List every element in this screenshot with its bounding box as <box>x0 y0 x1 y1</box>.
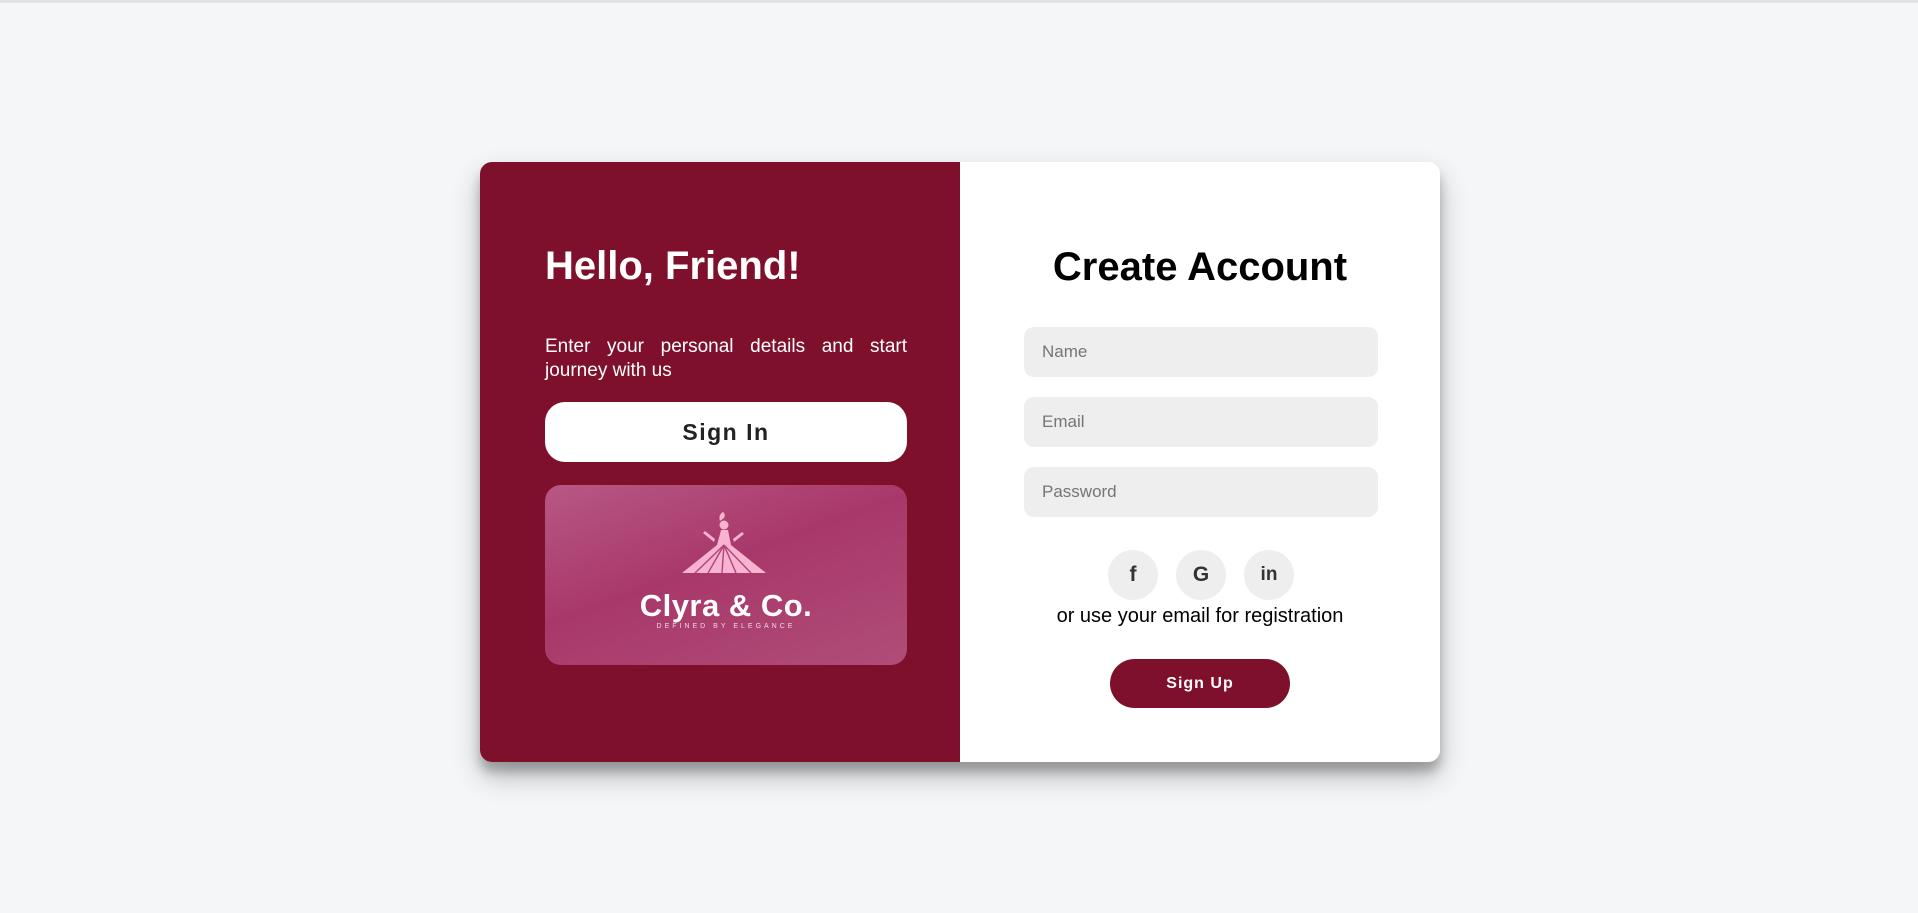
facebook-icon: f <box>1129 563 1137 586</box>
google-icon: G <box>1192 563 1210 586</box>
brand-logo-name: Clyra & Co. <box>639 588 813 623</box>
email-field[interactable] <box>1024 397 1378 447</box>
registration-hint: or use your email for registration <box>1056 605 1344 627</box>
linkedin-button[interactable]: in <box>1244 550 1294 600</box>
welcome-heading: Hello, Friend! <box>545 244 801 288</box>
sign-up-button[interactable]: Sign Up <box>1110 659 1290 708</box>
welcome-subtext: Enter your personal details and start jo… <box>545 336 907 381</box>
signup-panel: Create Account f G in or use your email … <box>960 162 1440 762</box>
linkedin-icon: in <box>1260 564 1278 585</box>
auth-card: Hello, Friend! Enter your personal detai… <box>480 162 1440 762</box>
welcome-panel: Hello, Friend! Enter your personal detai… <box>480 162 960 762</box>
name-field[interactable] <box>1024 327 1378 377</box>
brand-logo-tagline: DEFINED BY ELEGANCE <box>656 623 796 630</box>
google-button[interactable]: G <box>1176 550 1226 600</box>
password-field[interactable] <box>1024 467 1378 517</box>
sign-in-button[interactable]: Sign In <box>545 402 907 462</box>
page-title: Create Account <box>1052 245 1348 289</box>
facebook-button[interactable]: f <box>1108 550 1158 600</box>
brand-logo-card: Clyra & Co. DEFINED BY ELEGANCE <box>545 485 907 665</box>
dress-logo-icon <box>682 512 766 574</box>
